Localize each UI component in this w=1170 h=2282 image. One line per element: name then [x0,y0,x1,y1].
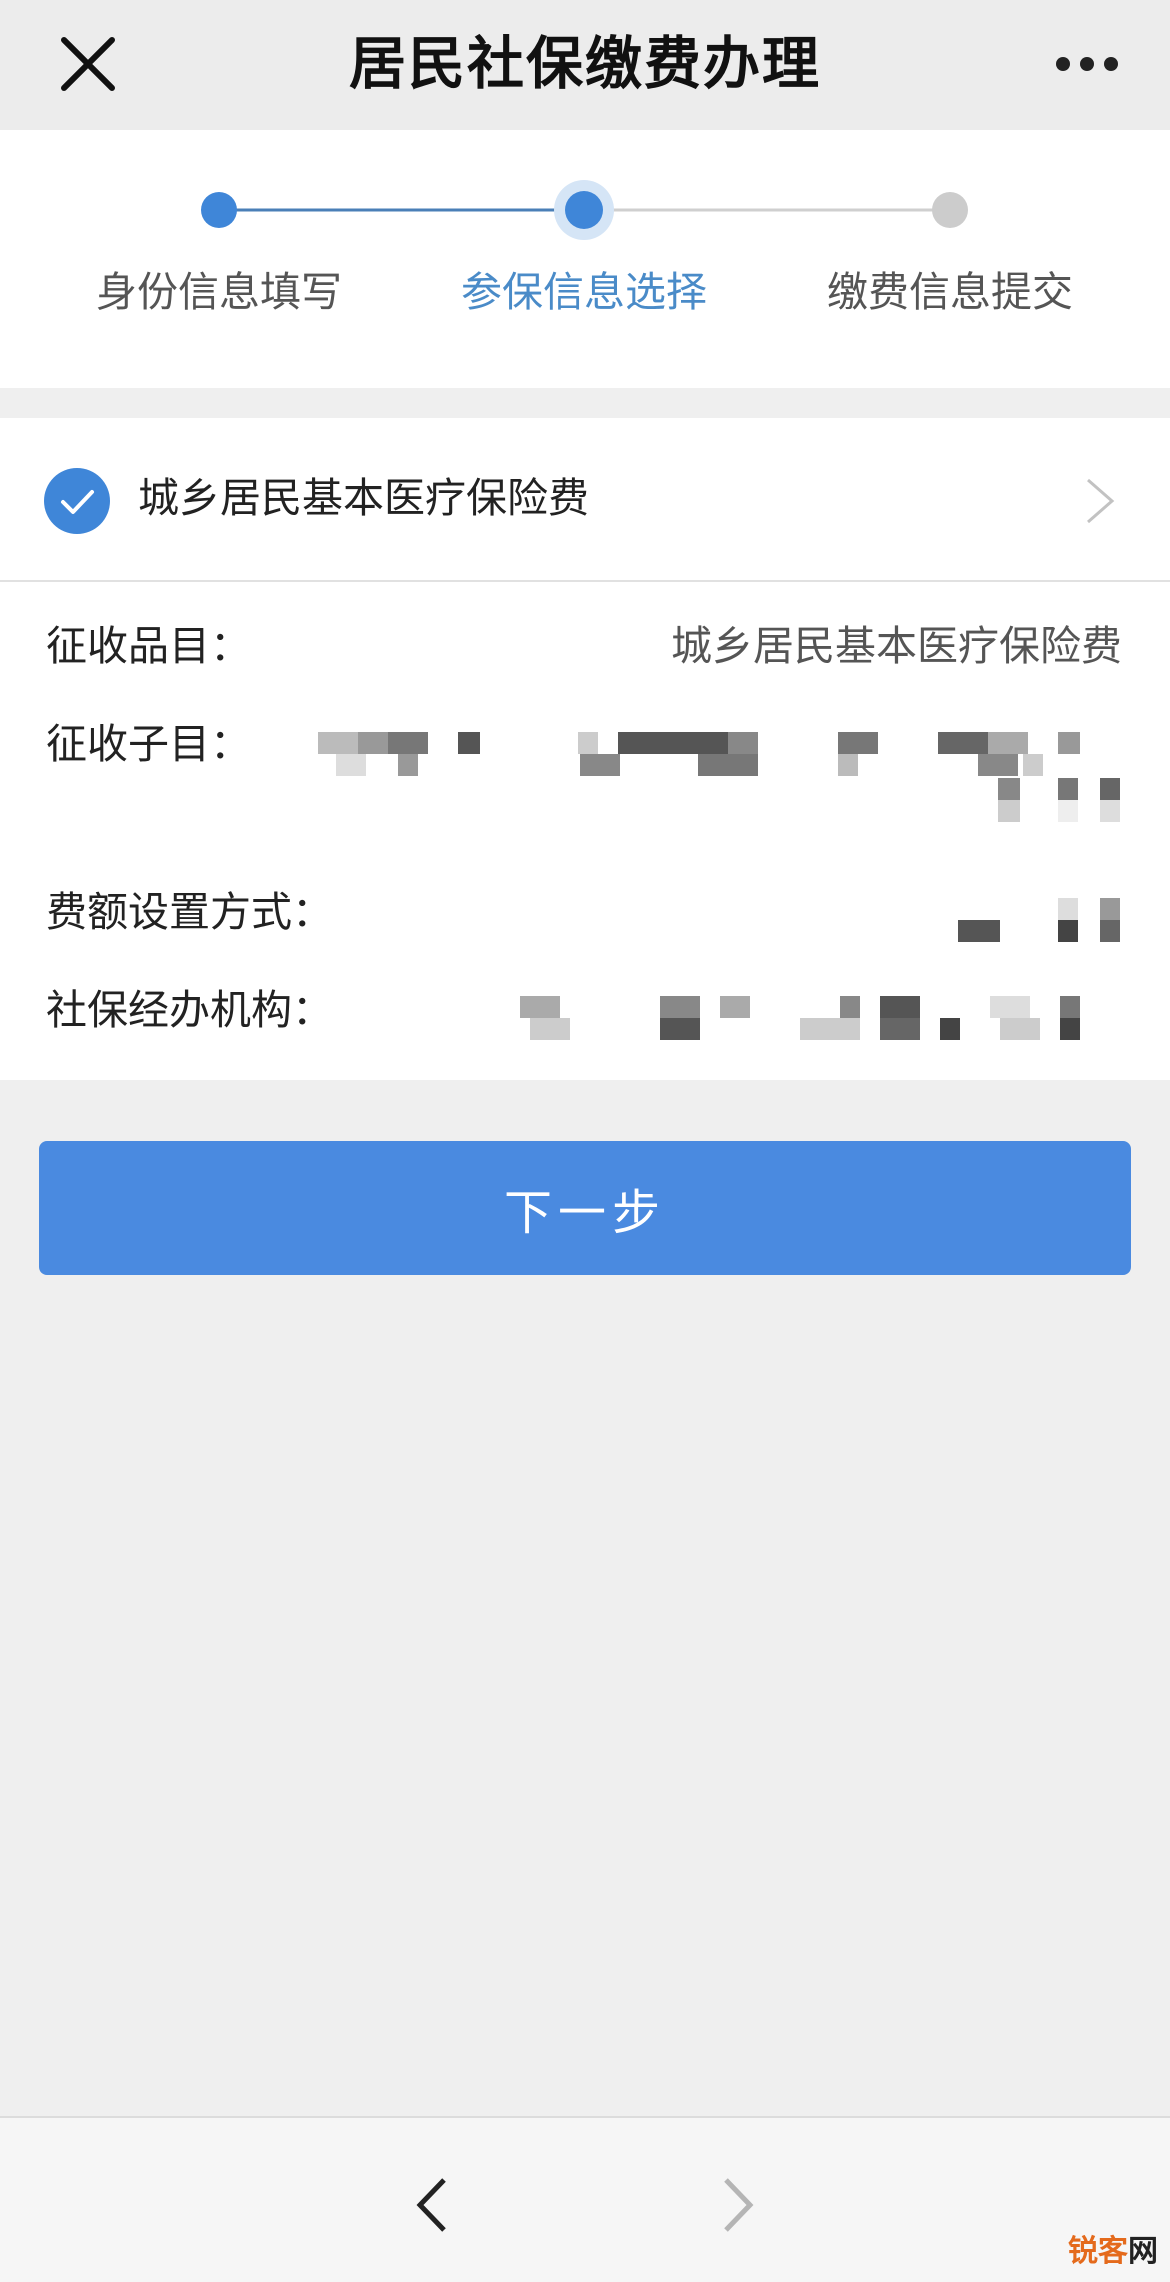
levy-subitem-label: 征收子目： [46,720,251,768]
more-icon[interactable] [1054,50,1120,78]
stepper-track [201,180,968,240]
step-label-identity: 身份信息填写 [96,268,342,316]
redacted-fee-method-value [958,898,1122,942]
levy-item-value: 城乡居民基本医疗保险费 [671,622,1122,670]
step-label-insurance: 参保信息选择 [461,268,707,316]
step-dot-2 [565,191,603,229]
top-bar: 居民社保缴费办理 [0,0,1170,130]
step-label-payment: 缴费信息提交 [827,268,1073,316]
page-title: 居民社保缴费办理 [349,31,821,97]
insurance-details: 征收品目： 城乡居民基本医疗保险费 征收子目： 费额设置方式： 社保经办机构： [0,582,1170,1080]
insurance-option-label: 城乡居民基本医疗保险费 [138,474,589,522]
levy-item-label: 征收品目： [46,622,251,670]
insurance-option-row[interactable]: 城乡居民基本医疗保险费 [0,418,1170,582]
check-circle-icon [44,468,110,534]
step-dot-1 [201,192,237,228]
fee-setting-method-label: 费额设置方式： [46,888,333,936]
watermark-text-1: 锐客 [1068,2234,1128,2269]
redacted-agency-value [470,996,1122,1040]
chevron-right-icon[interactable] [718,2174,758,2236]
next-step-button[interactable]: 下一步 [39,1141,1131,1275]
chevron-right-icon [1087,478,1115,524]
social-security-agency-label: 社保经办机构： [46,986,333,1034]
progress-stepper: 身份信息填写 参保信息选择 缴费信息提交 [0,130,1170,388]
chevron-left-icon[interactable] [412,2174,452,2236]
watermark-text-2: 网 [1128,2234,1158,2269]
step-dot-3 [932,192,968,228]
redacted-subitem-value [318,732,1122,822]
bottom-navigation-bar: 锐客网 [0,2116,1170,2282]
watermark-logo: 锐客网 [1068,2226,1158,2270]
